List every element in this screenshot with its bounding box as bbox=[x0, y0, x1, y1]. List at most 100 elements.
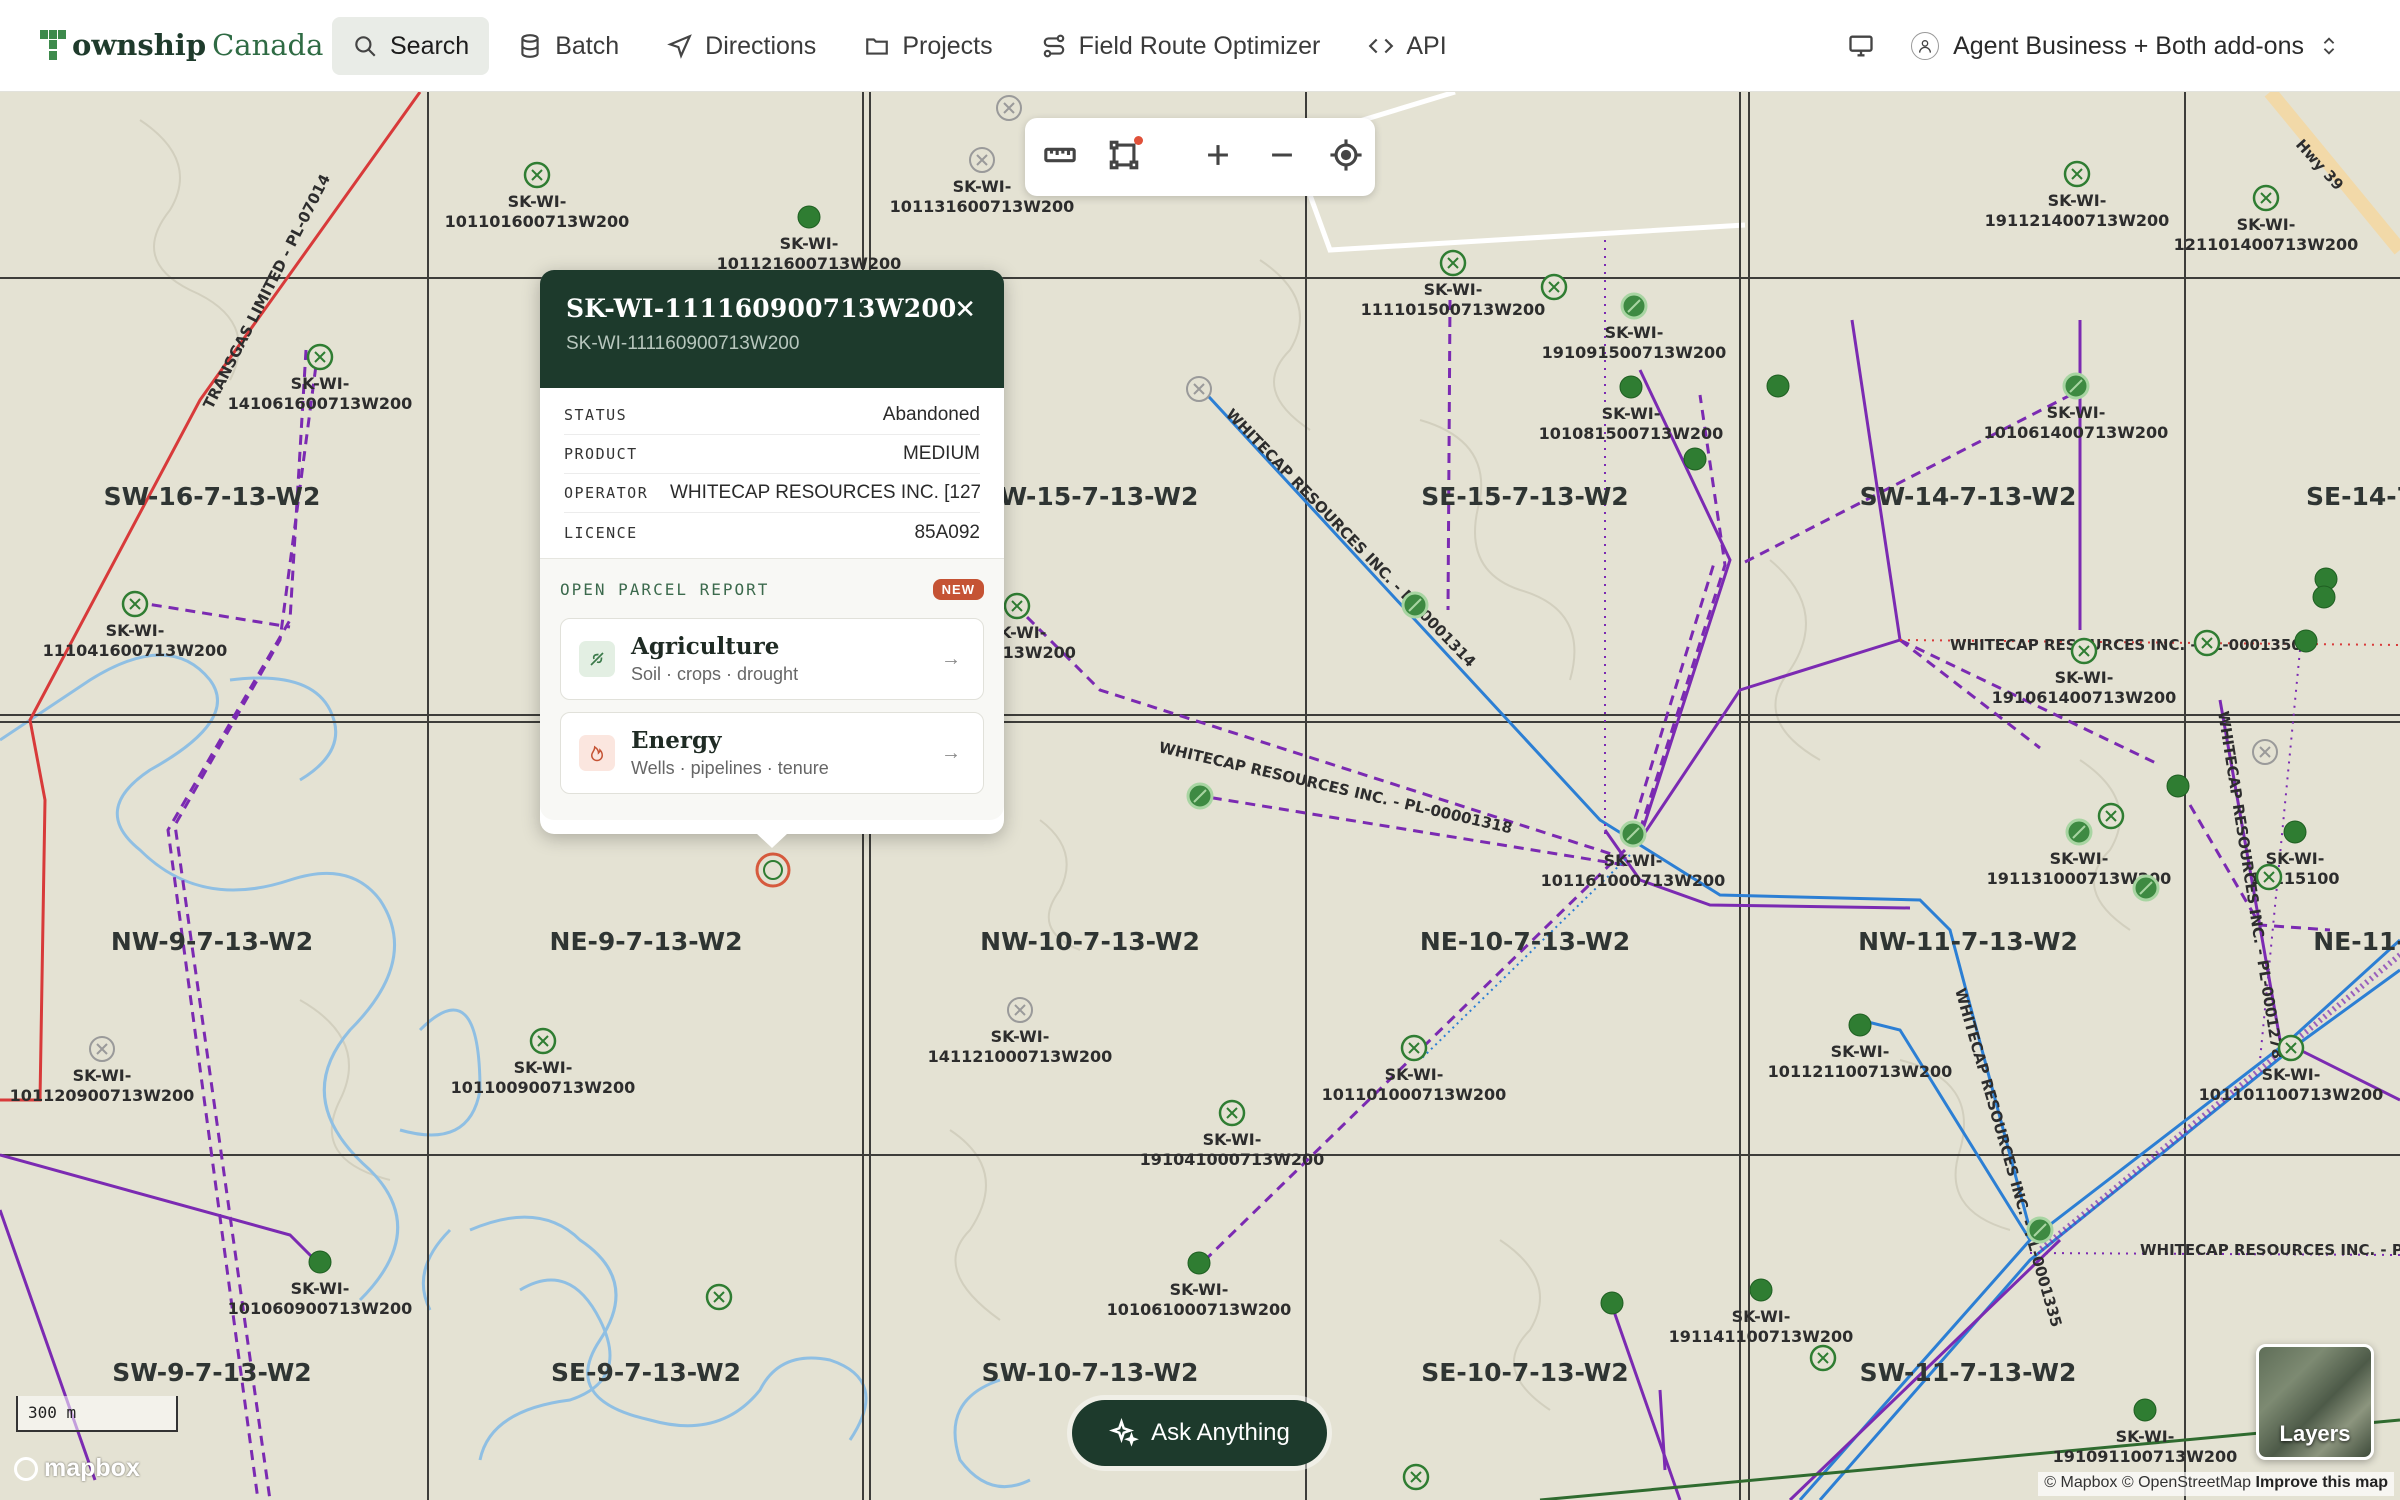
minus-icon bbox=[1272, 152, 1292, 157]
well-marker[interactable] bbox=[2283, 820, 2307, 844]
pipeline-label: WHITECAP RESOURCES INC. - PL-00 bbox=[2140, 1241, 2400, 1259]
nav-search[interactable]: Search bbox=[332, 17, 490, 75]
section-label: SW-10-7-13-W2 bbox=[982, 1358, 1199, 1387]
well-label: SK-WI- bbox=[291, 1279, 350, 1298]
well-label: SK-WI- bbox=[1605, 323, 1664, 342]
well-label: 191061400713W200 bbox=[1992, 688, 2177, 707]
top-bar: ownship Canada Search Batch Directions P… bbox=[0, 0, 2400, 92]
sparkle-icon bbox=[1109, 1418, 1140, 1447]
close-icon[interactable]: ✕ bbox=[954, 294, 976, 325]
improve-map-link[interactable]: Improve this map bbox=[2256, 1474, 2388, 1491]
section-label: NE-11- bbox=[2313, 927, 2400, 956]
well-label: SK-WI- bbox=[1831, 1042, 1890, 1061]
well-label: SK-WI- bbox=[1732, 1307, 1791, 1326]
zoom-in-button[interactable] bbox=[1201, 138, 1235, 177]
agriculture-report-card[interactable]: Agriculture Soil · crops · drought → bbox=[560, 618, 984, 700]
popup-subtitle: SK-WI-111160900713W200 bbox=[566, 333, 800, 354]
prop-value: WHITECAP RESOURCES INC. [127... bbox=[670, 482, 980, 503]
crosshair-icon bbox=[1330, 138, 1362, 171]
account-switcher[interactable]: Agent Business + Both add-ons bbox=[1911, 32, 2340, 61]
card-title: Energy bbox=[631, 727, 722, 754]
nav-projects[interactable]: Projects bbox=[844, 17, 1012, 75]
section-label: SE-14-7 bbox=[2306, 482, 2400, 511]
well-label: 101101600713W200 bbox=[445, 212, 630, 231]
well-marker[interactable] bbox=[1619, 375, 1643, 399]
well-label: SK-WI- bbox=[953, 177, 1012, 196]
nav-api-label: API bbox=[1406, 31, 1447, 60]
nav-directions-label: Directions bbox=[705, 31, 817, 60]
chevron-up-down-icon bbox=[2323, 37, 2335, 55]
section-label: NE-10-7-13-W2 bbox=[1420, 927, 1630, 956]
energy-report-card[interactable]: Energy Wells · pipelines · tenure → bbox=[560, 712, 984, 794]
mapbox-logo[interactable]: mapbox bbox=[14, 1454, 140, 1483]
ask-anything-button[interactable]: Ask Anything bbox=[1072, 1400, 1327, 1466]
well-marker[interactable] bbox=[2312, 585, 2336, 609]
leaf-icon bbox=[579, 641, 615, 677]
new-badge: NEW bbox=[932, 579, 984, 600]
well-marker[interactable] bbox=[1749, 1278, 1773, 1302]
prop-value: 85A092 bbox=[914, 521, 980, 543]
database-icon bbox=[521, 34, 539, 58]
brand-logo[interactable]: ownship Canada bbox=[40, 28, 323, 62]
zoom-out-button[interactable] bbox=[1265, 138, 1299, 177]
well-label: 101061400713W200 bbox=[1984, 423, 2169, 442]
attribution-text[interactable]: © Mapbox © OpenStreetMap bbox=[2044, 1474, 2251, 1491]
locate-button[interactable] bbox=[1329, 138, 1363, 177]
well-marker[interactable] bbox=[1766, 374, 1790, 398]
section-label: NW-11-7-13-W2 bbox=[1858, 927, 2078, 956]
well-marker[interactable] bbox=[2294, 629, 2318, 653]
well-marker[interactable] bbox=[1187, 1251, 1211, 1275]
prop-value: MEDIUM bbox=[902, 443, 980, 464]
well-label: 191141100713W200 bbox=[1669, 1327, 1854, 1346]
well-label: 141121000713W200 bbox=[928, 1047, 1113, 1066]
well-label: SK-WI- bbox=[2047, 403, 2106, 422]
well-label: SK-WI- bbox=[73, 1066, 132, 1085]
card-title: Agriculture bbox=[631, 633, 780, 660]
prop-value: Abandoned bbox=[882, 404, 980, 425]
well-marker[interactable] bbox=[2166, 774, 2190, 798]
well-label: 101061000713W200 bbox=[1107, 1300, 1292, 1319]
layers-button[interactable]: Layers bbox=[2256, 1344, 2374, 1460]
nav-field-route-optimizer[interactable]: Field Route Optimizer bbox=[1021, 17, 1341, 75]
folder-icon bbox=[866, 38, 889, 55]
account-label: Agent Business + Both add-ons bbox=[1953, 31, 2304, 60]
nav-directions[interactable]: Directions bbox=[647, 17, 836, 75]
popup-title: SK-WI-111160900713W200 bbox=[566, 294, 957, 323]
measure-button[interactable] bbox=[1043, 138, 1077, 177]
section-label: SW-14-7-13-W2 bbox=[1860, 482, 2077, 511]
well-label: 191091500713W200 bbox=[1542, 343, 1727, 362]
well-label: 101100900713W200 bbox=[451, 1078, 636, 1097]
well-marker[interactable] bbox=[2133, 1398, 2157, 1422]
prop-operator: OPERATOR WHITECAP RESOURCES INC. [127... bbox=[564, 474, 980, 513]
well-label: SK-WI- bbox=[514, 1058, 573, 1077]
main-nav: Search Batch Directions Projects Field R… bbox=[332, 17, 1467, 75]
prop-status: STATUS Abandoned bbox=[564, 396, 980, 435]
map-canvas[interactable]: Hwy 39 TRANSGAS LIMITED - PL-07014 WHITE… bbox=[0, 92, 2400, 1500]
section-label: SW-16-7-13-W2 bbox=[104, 482, 321, 511]
nav-field-route-optimizer-label: Field Route Optimizer bbox=[1078, 31, 1321, 60]
prop-licence: LICENCE 85A092 bbox=[564, 513, 980, 552]
well-label: 111041600713W200 bbox=[43, 641, 228, 660]
brand-suffix: Canada bbox=[212, 28, 324, 62]
well-label: SK-WI- bbox=[508, 192, 567, 211]
section-label: SE-10-7-13-W2 bbox=[1421, 1358, 1628, 1387]
well-marker[interactable] bbox=[308, 1250, 332, 1274]
monitor-icon[interactable] bbox=[1847, 32, 1875, 60]
well-label: 101101000713W200 bbox=[1322, 1085, 1507, 1104]
well-label: 101131600713W200 bbox=[890, 197, 1075, 216]
prop-key: STATUS bbox=[564, 406, 628, 424]
well-label: 101161000713W200 bbox=[1541, 871, 1726, 890]
selected-well-marker[interactable] bbox=[755, 852, 791, 888]
draw-area-button[interactable] bbox=[1107, 135, 1143, 177]
map-attribution: © Mapbox © OpenStreetMap Improve this ma… bbox=[2038, 1472, 2394, 1496]
well-marker[interactable] bbox=[1683, 447, 1707, 471]
well-marker[interactable] bbox=[1848, 1013, 1872, 1037]
logo-mark-icon bbox=[40, 30, 66, 60]
well-marker[interactable] bbox=[1600, 1291, 1624, 1315]
parcel-report-title: OPEN PARCEL REPORT bbox=[560, 580, 770, 599]
well-marker[interactable] bbox=[797, 205, 821, 229]
nav-batch[interactable]: Batch bbox=[497, 17, 639, 75]
nav-api[interactable]: API bbox=[1348, 17, 1466, 75]
ruler-icon bbox=[1044, 147, 1076, 162]
well-label: 101060900713W200 bbox=[228, 1299, 413, 1318]
